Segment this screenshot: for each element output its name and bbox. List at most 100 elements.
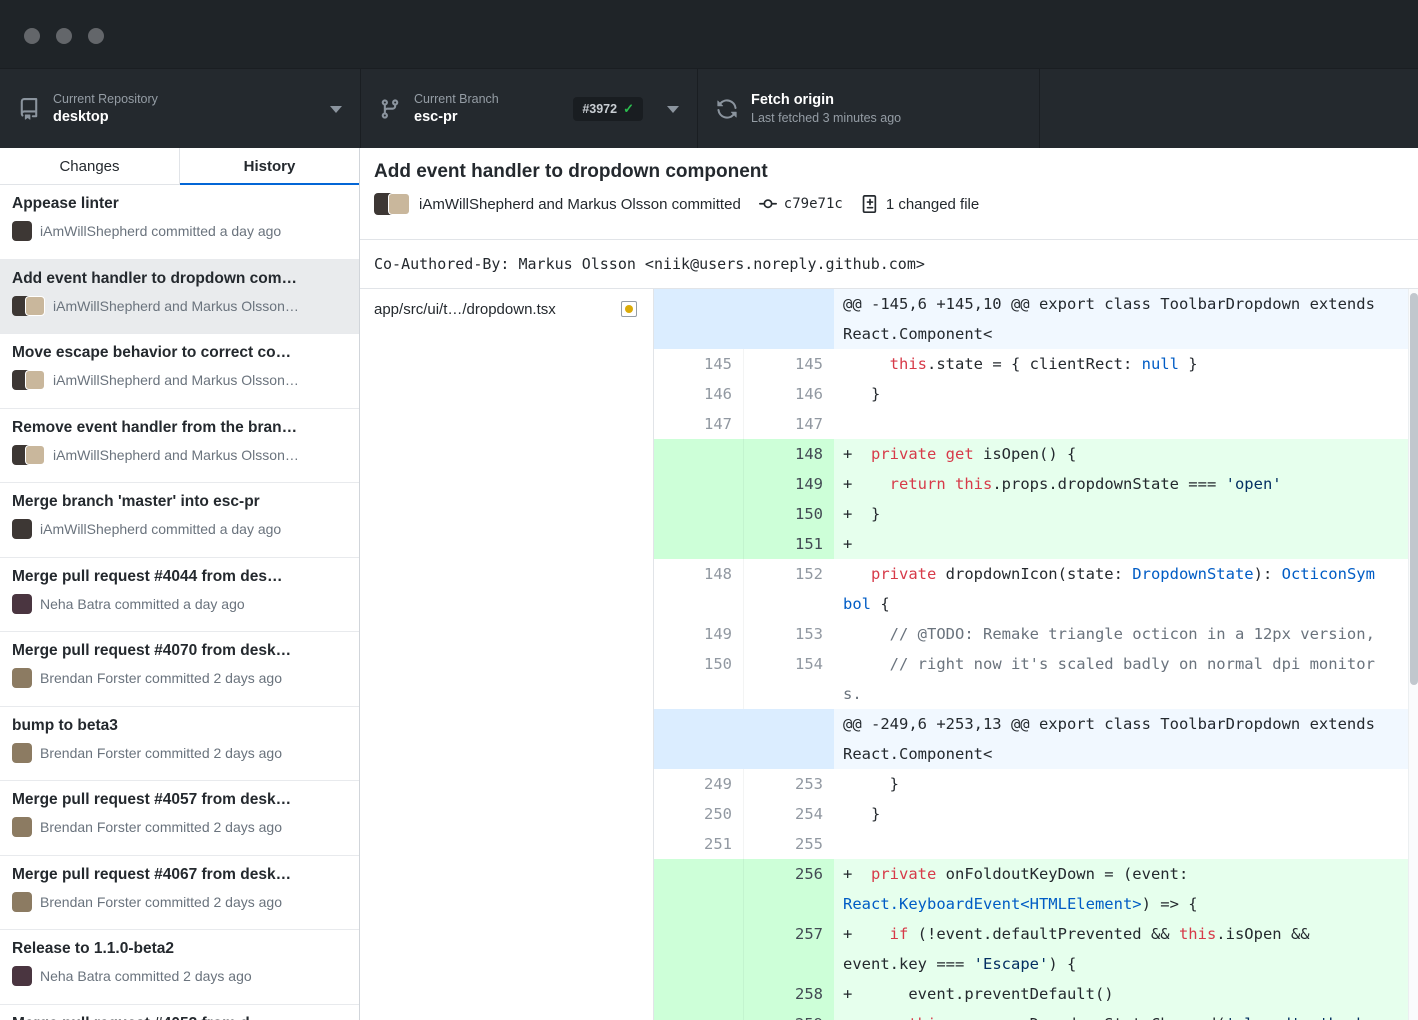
commit-byline: Neha Batra committed a day ago: [12, 594, 347, 614]
diff-code-line: }: [834, 769, 1418, 799]
sidebar-tabs: Changes History: [0, 148, 359, 185]
diff-new-line-number: 255: [744, 829, 834, 859]
diff-code-line: }: [834, 379, 1418, 409]
commit-authors-avatars: [374, 193, 410, 215]
commit-list-item[interactable]: Merge pull request #4053 from d…: [0, 1005, 359, 1020]
diff-code-line: this.state = { clientRect: null }: [834, 349, 1418, 379]
diff-code-line: @@ -249,6 +253,13 @@ export class Toolba…: [834, 709, 1418, 769]
commit-list-item[interactable]: Remove event handler from the bran… iAmW…: [0, 409, 359, 484]
commit-byline-text: Brendan Forster committed 2 days ago: [40, 745, 282, 761]
pr-number: #3972: [582, 102, 617, 116]
commit-byline: iAmWillShepherd and Markus Olsson…: [12, 296, 347, 316]
diff-code-line: [834, 409, 1418, 439]
diff-row: 257+ if (!event.defaultPrevented && this…: [654, 919, 1418, 979]
diff-code-line: + }: [834, 499, 1418, 529]
commit-byline: Brendan Forster committed 2 days ago: [12, 668, 347, 688]
fetch-text: Fetch origin Last fetched 3 minutes ago: [751, 92, 901, 125]
commit-byline-text: Neha Batra committed a day ago: [40, 596, 245, 612]
diff-row: 149+ return this.props.dropdownState ===…: [654, 469, 1418, 499]
diff-old-line-number: [654, 439, 744, 469]
diff-view: @@ -145,6 +145,10 @@ export class Toolba…: [654, 289, 1418, 1020]
diff-old-line-number: 148: [654, 559, 744, 619]
sync-icon: [716, 98, 738, 120]
commit-byline-text: Brendan Forster committed 2 days ago: [40, 819, 282, 835]
commit-byline-text: iAmWillShepherd and Markus Olsson…: [53, 298, 299, 314]
commit-list-item[interactable]: Merge pull request #4044 from des… Neha …: [0, 558, 359, 633]
diff-scrollbar-thumb[interactable]: [1410, 293, 1418, 685]
commit-description: Co-Authored-By: Markus Olsson <niik@user…: [360, 240, 1418, 289]
diff-code-line: + event.preventDefault(): [834, 979, 1418, 1009]
diff-new-line-number: 154: [744, 649, 834, 709]
file-diff-icon: [861, 195, 879, 213]
repository-label: Current Repository: [53, 92, 158, 106]
commit-byline-text: Brendan Forster committed 2 days ago: [40, 670, 282, 686]
commit-list-item[interactable]: Merge pull request #4070 from desk… Bren…: [0, 632, 359, 707]
diff-new-line-number: 152: [744, 559, 834, 619]
commit-avatars: [12, 296, 45, 316]
avatar: [12, 221, 32, 241]
diff-row: 151+: [654, 529, 1418, 559]
diff-code-line: + private get isOpen() {: [834, 439, 1418, 469]
avatar: [12, 594, 32, 614]
zoom-button[interactable]: [88, 28, 104, 44]
commit-title: Merge pull request #4067 from desk…: [12, 866, 347, 884]
diff-row: 145145 this.state = { clientRect: null }: [654, 349, 1418, 379]
history-sidebar: Changes History Appease linter iAmWillSh…: [0, 148, 360, 1020]
diff-new-line-number: 148: [744, 439, 834, 469]
diff-row: @@ -249,6 +253,13 @@ export class Toolba…: [654, 709, 1418, 769]
diff-row: 147147: [654, 409, 1418, 439]
commit-avatars: [12, 892, 32, 912]
repository-text: Current Repository desktop: [53, 92, 158, 125]
diff-old-line-number: 145: [654, 349, 744, 379]
commit-byline: Brendan Forster committed 2 days ago: [12, 817, 347, 837]
diff-old-line-number: 250: [654, 799, 744, 829]
fetch-subtitle: Last fetched 3 minutes ago: [751, 111, 901, 125]
file-list-item[interactable]: app/src/ui/t…/dropdown.tsx: [360, 289, 653, 329]
commit-title: bump to beta3: [12, 717, 347, 735]
minimize-button[interactable]: [56, 28, 72, 44]
tab-history[interactable]: History: [180, 148, 359, 184]
close-button[interactable]: [24, 28, 40, 44]
diff-new-line-number: 151: [744, 529, 834, 559]
diff-code-line: // right now it's scaled badly on normal…: [834, 649, 1418, 709]
diff-scrollbar[interactable]: [1408, 289, 1418, 1020]
diff-code-line: [834, 829, 1418, 859]
toolbar: Current Repository desktop Current Branc…: [0, 68, 1418, 148]
commit-list-item[interactable]: Merge pull request #4067 from desk… Bren…: [0, 856, 359, 931]
diff-row: 148+ private get isOpen() {: [654, 439, 1418, 469]
commit-authors: iAmWillShepherd and Markus Olsson commit…: [419, 196, 741, 213]
diff-old-line-number: 147: [654, 409, 744, 439]
tab-changes[interactable]: Changes: [0, 148, 180, 184]
commit-list-item[interactable]: bump to beta3 Brendan Forster committed …: [0, 707, 359, 782]
fetch-origin-button[interactable]: Fetch origin Last fetched 3 minutes ago: [697, 69, 1040, 148]
diff-old-line-number: [654, 1009, 744, 1020]
commit-list-item[interactable]: Add event handler to dropdown com… iAmWi…: [0, 260, 359, 335]
avatar: [12, 743, 32, 763]
commit-list-item[interactable]: Appease linter iAmWillShepherd committed…: [0, 185, 359, 260]
diff-code-line: +: [834, 529, 1418, 559]
commit-byline-text: iAmWillShepherd committed a day ago: [40, 223, 281, 239]
diff-new-line-number: [744, 709, 834, 769]
commit-avatars: [12, 594, 32, 614]
diff-new-line-number: 147: [744, 409, 834, 439]
repo-icon: [18, 98, 40, 120]
diff-new-line-number: 145: [744, 349, 834, 379]
commit-list-item[interactable]: Merge pull request #4057 from desk… Bren…: [0, 781, 359, 856]
commit-title: Appease linter: [12, 195, 347, 213]
diff-old-line-number: 251: [654, 829, 744, 859]
commit-list-item[interactable]: Merge branch 'master' into esc-pr iAmWil…: [0, 483, 359, 558]
diff-row: 149153 // @TODO: Remake triangle octicon…: [654, 619, 1418, 649]
commit-avatars: [12, 817, 32, 837]
pr-number-badge: #3972 ✓: [573, 97, 643, 121]
commit-list-item[interactable]: Move escape behavior to correct co… iAmW…: [0, 334, 359, 409]
diff-row: 150+ }: [654, 499, 1418, 529]
diff-new-line-number: 153: [744, 619, 834, 649]
commit-list-item[interactable]: Release to 1.1.0-beta2 Neha Batra commit…: [0, 930, 359, 1005]
diff-old-line-number: [654, 919, 744, 979]
branch-dropdown-button[interactable]: Current Branch esc-pr #3972 ✓: [360, 69, 697, 148]
commit-title: Merge pull request #4044 from des…: [12, 568, 347, 586]
commit-byline-text: iAmWillShepherd committed a day ago: [40, 521, 281, 537]
repository-dropdown-button[interactable]: Current Repository desktop: [0, 69, 360, 148]
commit-avatars: [12, 966, 32, 986]
commit-byline: Brendan Forster committed 2 days ago: [12, 743, 347, 763]
